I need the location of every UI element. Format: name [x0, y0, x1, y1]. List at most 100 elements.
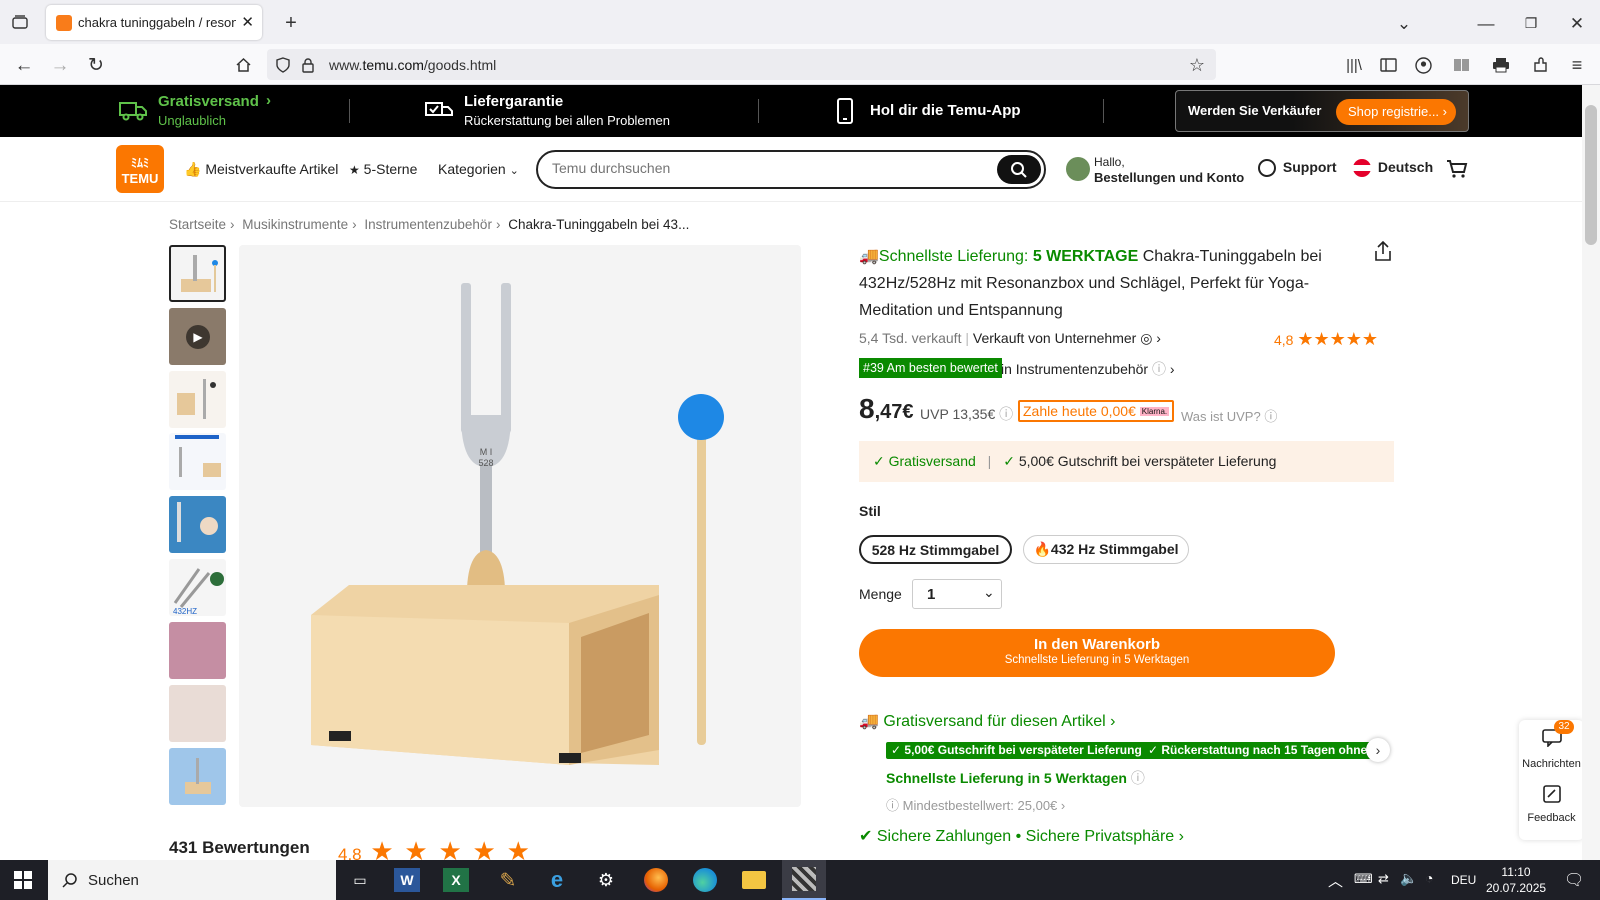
free-shipping-link[interactable]: 🚚 Gratisversand für diesen Artikel › [859, 711, 1115, 731]
divider [349, 99, 350, 123]
rank-category[interactable]: in Instrumentenzubehör ⓘ › [1001, 359, 1175, 379]
page-scrollbar[interactable] [1582, 85, 1600, 860]
thumbnail-7[interactable] [169, 622, 226, 679]
list-tabs-chevron-icon[interactable]: ⌄ [1393, 12, 1415, 34]
menu-icon[interactable]: ≡ [1566, 54, 1588, 76]
chevron-up-icon[interactable]: ︿ [1328, 870, 1343, 891]
secure-payments-link[interactable]: ✔ Sichere Zahlungen • Sichere Privatsphä… [859, 826, 1184, 846]
promo-free-shipping[interactable]: Gratisversand › Unglaublich [118, 85, 358, 137]
breadcrumb-item-music[interactable]: Musikinstrumente [242, 217, 348, 232]
thumbnail-9[interactable] [169, 748, 226, 805]
nav-five-stars[interactable]: ★ 5-Sterne [349, 161, 417, 177]
seller-info-icon[interactable]: ◎ › [1140, 330, 1161, 346]
search-button[interactable] [997, 155, 1041, 184]
thumbnail-1[interactable] [169, 245, 226, 302]
promo-app[interactable]: Hol dir die Temu-App [834, 85, 1054, 137]
back-icon[interactable]: ← [12, 54, 36, 76]
main-product-image[interactable]: M I 528 [239, 245, 801, 807]
clock[interactable]: 11:10 20.07.2025 [1486, 864, 1546, 896]
extensions-icon[interactable] [1529, 54, 1551, 76]
address-bar[interactable]: www.temu.com/goods.html ☆ [267, 49, 1216, 80]
rank-badge[interactable]: #39 Am besten bewertet [859, 358, 1002, 378]
browser-tab-bar: chakra tuninggabeln / resonanz ✕ + ⌄ — ❐… [0, 0, 1600, 44]
thumbnail-3[interactable] [169, 371, 226, 428]
search-input[interactable] [552, 160, 972, 176]
avatar[interactable] [1066, 157, 1090, 181]
reload-icon[interactable]: ↻ [84, 54, 108, 76]
thumbnail-6[interactable]: 432HZ [169, 559, 226, 616]
breadcrumb-item-home[interactable]: Startseite [169, 217, 226, 232]
close-window-icon[interactable]: ✕ [1566, 12, 1588, 34]
volume-icon[interactable]: 🔈 [1400, 870, 1417, 887]
free-shipping-title: Gratisversand [158, 93, 259, 110]
phone-icon [834, 97, 856, 125]
windows-start-icon[interactable] [12, 870, 34, 890]
forward-icon[interactable]: → [48, 54, 72, 76]
network-icon[interactable]: ◔ [1425, 870, 1433, 886]
thumbnail-video[interactable]: ▶ [169, 308, 226, 365]
print-icon[interactable] [1490, 54, 1512, 76]
lock-icon[interactable] [299, 55, 317, 75]
what-is-uvp-link[interactable]: Was ist UVP? ⓘ [1181, 406, 1277, 425]
tab-overview-icon[interactable] [8, 12, 32, 32]
minimize-icon[interactable]: — [1475, 12, 1497, 34]
style-option-432[interactable]: 🔥432 Hz Stimmgabel [1023, 535, 1189, 564]
maximize-icon[interactable]: ❐ [1520, 12, 1542, 34]
support-link[interactable]: Support [1258, 159, 1337, 178]
chevron-right-icon[interactable]: › [1366, 738, 1390, 762]
file-explorer-icon[interactable] [738, 866, 770, 894]
sidebar-icon[interactable] [1377, 54, 1399, 76]
app-icon[interactable]: ✎ [492, 866, 524, 894]
breadcrumb-item-accessories[interactable]: Instrumentenzubehör [364, 217, 492, 232]
bookmark-star-icon[interactable]: ☆ [1187, 55, 1207, 75]
word-icon[interactable]: W [394, 868, 420, 892]
close-tab-icon[interactable]: ✕ [241, 13, 254, 31]
thumbnail-5[interactable] [169, 496, 226, 553]
shop-register-button[interactable]: Shop registrie... › [1336, 99, 1456, 125]
seller-link[interactable]: Verkauft von Unternehmer [973, 330, 1136, 346]
product-rating[interactable]: 4,8 ★★★★★ [1274, 329, 1378, 350]
reader-icon[interactable] [1450, 54, 1472, 76]
style-option-528[interactable]: 528 Hz Stimmgabel [859, 535, 1012, 564]
search-bar[interactable] [536, 150, 1046, 189]
shield-icon[interactable] [273, 55, 293, 75]
internet-explorer-icon[interactable]: e [541, 866, 573, 894]
new-tab-icon[interactable]: + [280, 12, 302, 34]
account-menu[interactable]: Hallo, Bestellungen und Konto [1094, 155, 1244, 185]
account-icon[interactable] [1412, 54, 1434, 76]
messages-button[interactable]: 32 Nachrichten [1519, 720, 1584, 778]
library-icon[interactable]: |||\ [1343, 54, 1365, 76]
share-icon[interactable] [1372, 240, 1394, 262]
edge-icon[interactable] [689, 866, 721, 894]
nav-bestsellers[interactable]: 👍 Meistverkaufte Artikel [184, 161, 338, 178]
taskbar-search[interactable]: Suchen [48, 860, 336, 900]
excel-icon[interactable]: X [443, 868, 469, 892]
reviews-count[interactable]: 431 Bewertungen [169, 838, 310, 858]
device-icon[interactable]: ⌨ [1354, 871, 1373, 887]
klarna-badge[interactable]: Zahle heute 0,00€ Klarna. [1018, 400, 1175, 422]
quantity-select[interactable]: 1 ⌄ [912, 579, 1002, 609]
add-to-cart-button[interactable]: In den Warenkorb Schnellste Lieferung in… [859, 629, 1335, 677]
active-app-icon[interactable] [782, 860, 826, 900]
active-tab[interactable]: chakra tuninggabeln / resonanz ✕ [46, 5, 262, 40]
become-seller-banner[interactable]: Werden Sie Verkäufer Shop registrie... › [1175, 90, 1469, 132]
firefox-icon[interactable] [640, 866, 672, 894]
tools-icon[interactable]: ⚙ [590, 866, 622, 894]
feedback-button[interactable]: Feedback [1519, 782, 1584, 834]
nav-categories[interactable]: Kategorien ⌄ [438, 161, 519, 177]
home-icon[interactable] [231, 54, 255, 76]
cart-icon[interactable] [1444, 157, 1470, 181]
notifications-icon[interactable]: 🗨 [1564, 870, 1584, 890]
min-order[interactable]: ⓘ Mindestbestellwert: 25,00€ › [886, 795, 1065, 814]
thumbnail-4[interactable] [169, 433, 226, 490]
site-header: ﾐﾑﾐ TEMU 👍 Meistverkaufte Artikel ★ 5-St… [0, 137, 1600, 202]
floating-actions: 32 Nachrichten Feedback [1519, 720, 1584, 840]
ime-icon[interactable]: ⇄ [1378, 871, 1389, 887]
temu-logo[interactable]: ﾐﾑﾐ TEMU [116, 145, 164, 193]
scrollbar-thumb[interactable] [1585, 105, 1597, 245]
task-view-icon[interactable]: ▭ [344, 866, 376, 894]
promo-guarantee[interactable]: Liefergarantie Rückerstattung bei allen … [424, 85, 724, 137]
language-selector[interactable]: Deutsch [1353, 159, 1433, 178]
thumbnail-8[interactable] [169, 685, 226, 742]
language-indicator[interactable]: DEU [1451, 873, 1476, 887]
